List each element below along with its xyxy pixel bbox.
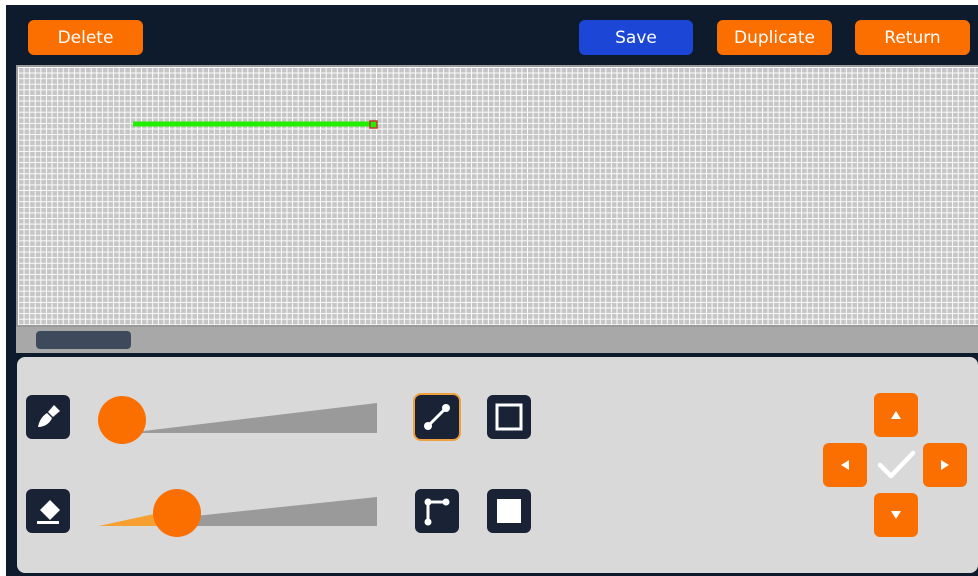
editor-window: Delete Save Duplicate Return <box>6 5 978 576</box>
tool-panel <box>17 357 978 573</box>
line-end-marker <box>369 120 378 129</box>
arrow-right-icon <box>941 460 949 470</box>
eraser-icon[interactable] <box>26 489 70 533</box>
confirm-button[interactable] <box>874 443 918 487</box>
arrow-up-icon <box>891 411 901 419</box>
arrow-up-button[interactable] <box>874 393 918 437</box>
eraser-size-handle[interactable] <box>153 489 201 537</box>
arrow-left-button[interactable] <box>823 443 867 487</box>
arrow-down-button[interactable] <box>874 493 918 537</box>
rectangle-filled-icon[interactable] <box>487 489 531 533</box>
scrollbar-thumb[interactable] <box>36 331 131 349</box>
delete-button[interactable]: Delete <box>28 20 143 55</box>
save-button[interactable]: Save <box>579 20 693 55</box>
duplicate-button[interactable]: Duplicate <box>717 20 832 55</box>
arrow-right-button[interactable] <box>923 443 967 487</box>
rectangle-outline-icon[interactable] <box>487 395 531 439</box>
check-icon <box>877 450 916 479</box>
pixel-grid-canvas[interactable] <box>18 67 978 325</box>
return-button[interactable]: Return <box>855 20 970 55</box>
brush-size-slider[interactable] <box>97 395 387 445</box>
arrow-left-icon <box>841 460 849 470</box>
canvas-overlay <box>133 120 378 129</box>
brush-icon[interactable] <box>26 395 70 439</box>
horizontal-scrollbar[interactable] <box>16 327 978 353</box>
arrow-down-icon <box>891 511 901 519</box>
brush-size-handle[interactable] <box>98 396 146 444</box>
eraser-size-slider[interactable] <box>97 489 387 539</box>
line-icon[interactable] <box>415 395 459 439</box>
grid-canvas-panel <box>16 65 978 353</box>
polyline-icon[interactable] <box>415 489 459 533</box>
